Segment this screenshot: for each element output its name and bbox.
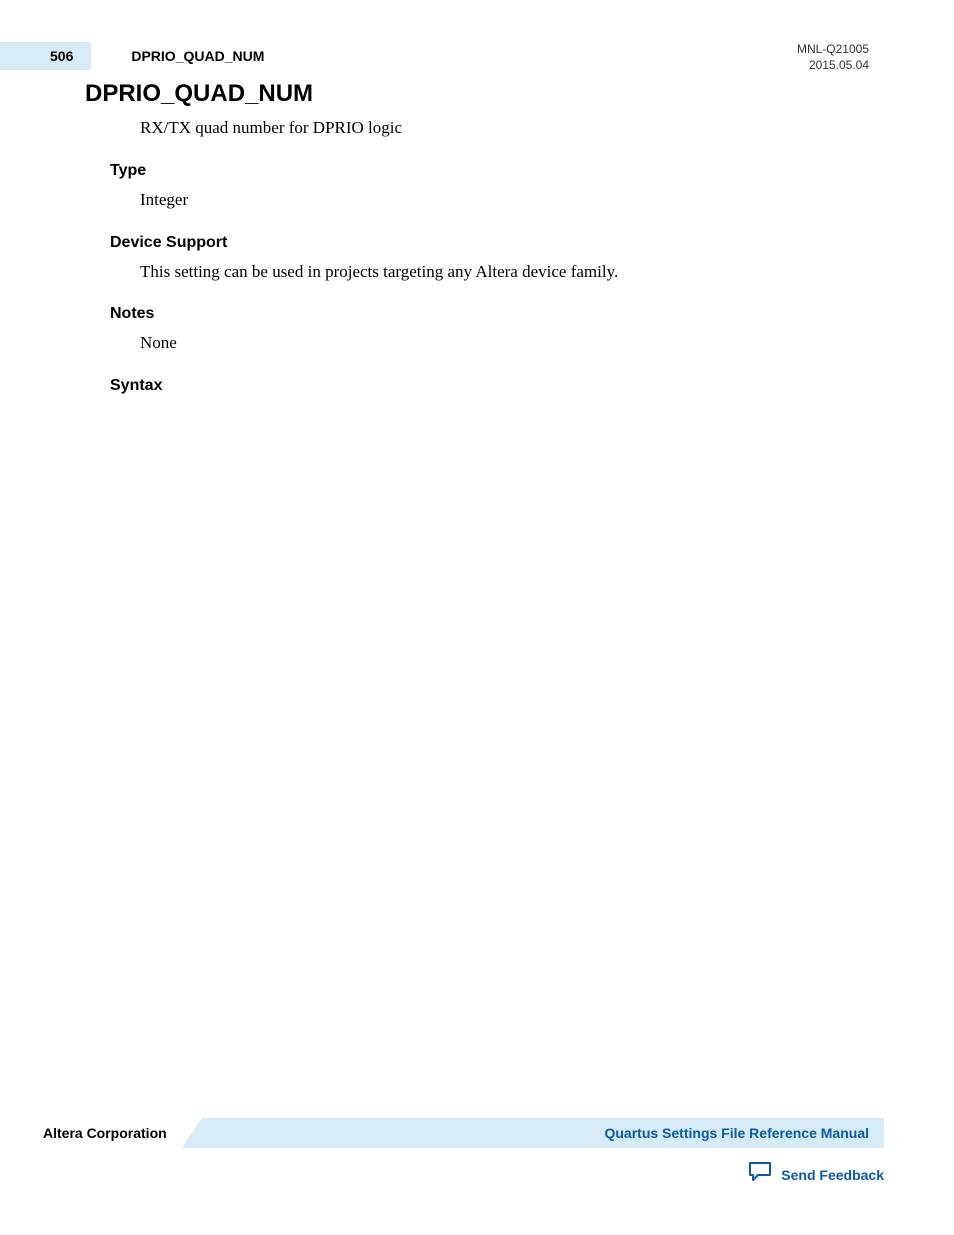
manual-link[interactable]: Quartus Settings File Reference Manual (604, 1125, 869, 1141)
section-heading-notes: Notes (110, 305, 869, 323)
footer-bar: Altera Corporation Quartus Settings File… (43, 1118, 884, 1148)
doc-id: MNL-Q21005 (797, 42, 869, 58)
header-topic-label: DPRIO_QUAD_NUM (131, 48, 264, 64)
doc-date: 2015.05.04 (797, 58, 869, 74)
page-footer: Altera Corporation Quartus Settings File… (43, 1118, 884, 1189)
section-heading-device-support: Device Support (110, 234, 869, 252)
footer-company: Altera Corporation (43, 1118, 182, 1148)
section-body-notes: None (140, 331, 869, 355)
header-meta: MNL-Q21005 2015.05.04 (797, 42, 869, 73)
section-body-device-support: This setting can be used in projects tar… (140, 260, 869, 284)
speech-bubble-icon (747, 1160, 773, 1189)
footer-banner: Quartus Settings File Reference Manual (182, 1118, 884, 1148)
page-number: 506 (0, 42, 91, 70)
page-title: DPRIO_QUAD_NUM (85, 80, 869, 108)
section-heading-syntax: Syntax (110, 377, 869, 395)
section-heading-type: Type (110, 162, 869, 180)
feedback-row: Send Feedback (43, 1160, 884, 1189)
main-content: DPRIO_QUAD_NUM RX/TX quad number for DPR… (85, 80, 869, 417)
topic-description: RX/TX quad number for DPRIO logic (140, 116, 869, 140)
page-header: 506 DPRIO_QUAD_NUM MNL-Q21005 2015.05.04 (0, 42, 954, 70)
section-body-type: Integer (140, 188, 869, 212)
send-feedback-link[interactable]: Send Feedback (781, 1167, 884, 1183)
header-left: 506 DPRIO_QUAD_NUM (0, 42, 869, 70)
